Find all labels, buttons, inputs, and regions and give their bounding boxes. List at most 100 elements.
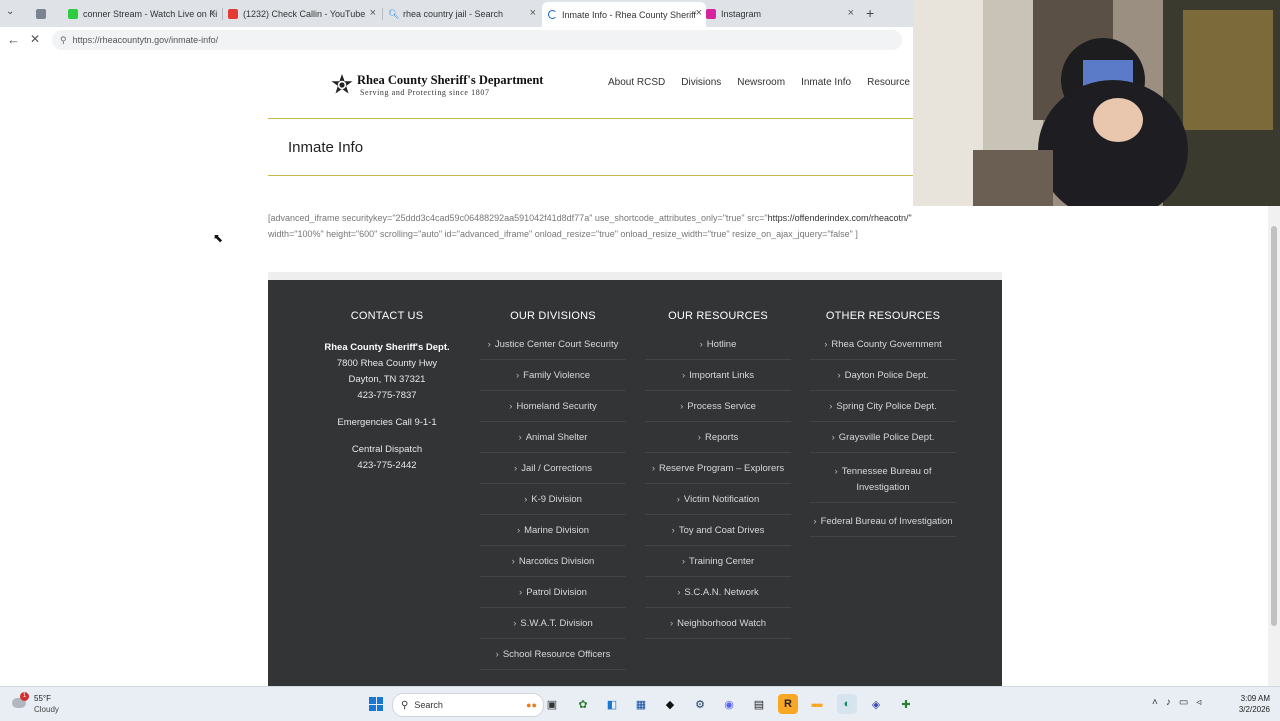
back-arrow-icon[interactable]: ← xyxy=(7,32,20,47)
footer-link[interactable]: › School Resource Officers xyxy=(480,650,626,670)
scrollbar-thumb[interactable] xyxy=(1271,226,1277,626)
footer-link[interactable]: › K-9 Division xyxy=(480,495,626,515)
footer-contact-column: CONTACT US Rhea County Sheriff's Dept. 7… xyxy=(314,310,460,485)
tab-label: conner Stream - Watch Live on Ki xyxy=(83,9,218,19)
close-icon[interactable]: × xyxy=(530,7,536,19)
tab-label: rhea country jail - Search xyxy=(403,9,504,19)
footer-link[interactable]: › Rhea County Government xyxy=(810,340,956,360)
footer-link[interactable]: › Process Service xyxy=(645,402,791,422)
nav-resources[interactable]: Resource xyxy=(867,77,910,88)
dispatch-label: Central Dispatch xyxy=(351,444,423,455)
chevron-right-icon: › xyxy=(509,401,513,412)
chevron-right-icon: › xyxy=(671,525,675,536)
footer-link[interactable]: › Reports xyxy=(645,433,791,453)
nav-divisions[interactable]: Divisions xyxy=(681,77,721,88)
tab-youtube[interactable]: (1232) Check Callin - YouTube × xyxy=(228,4,380,24)
microphone-icon[interactable]: ♪ xyxy=(1166,697,1171,708)
site-header: Rhea County Sheriff's Department Serving… xyxy=(268,53,1002,119)
url-text[interactable]: https://rheacountytn.gov/inmate-info/ xyxy=(73,35,219,45)
taskbar-search[interactable]: ⚲ Search ●● xyxy=(392,693,544,717)
footer-link[interactable]: › Hotline xyxy=(645,340,791,360)
footer-link[interactable]: › Victim Notification xyxy=(645,495,791,515)
nav-newsroom[interactable]: Newsroom xyxy=(737,77,785,88)
app-icon-3[interactable]: ▦ xyxy=(631,694,651,714)
chevron-right-icon: › xyxy=(824,339,828,350)
site-footer: CONTACT US Rhea County Sheriff's Dept. 7… xyxy=(268,280,1002,686)
page-scrollbar[interactable] xyxy=(1268,206,1280,686)
close-icon[interactable]: × xyxy=(370,7,376,19)
task-view-icon[interactable]: ▣ xyxy=(542,694,562,714)
footer-link[interactable]: › S.W.A.T. Division xyxy=(480,619,626,639)
chevron-right-icon: › xyxy=(676,494,680,505)
footer-link[interactable]: › Narcotics Division xyxy=(480,557,626,577)
volume-icon[interactable]: ◃ xyxy=(1196,697,1201,708)
close-icon[interactable]: × xyxy=(210,7,216,19)
file-explorer-icon[interactable]: ▬ xyxy=(807,694,827,714)
contact-phone[interactable]: 423-775-7837 xyxy=(314,388,460,404)
chevron-right-icon: › xyxy=(669,618,674,629)
chevron-right-icon: › xyxy=(495,649,499,660)
footer-link[interactable]: › Federal Bureau of Investigation xyxy=(810,514,956,537)
site-info-icon[interactable]: ⚲ xyxy=(60,35,67,46)
footer-link[interactable]: › Tennessee Bureau of Investigation xyxy=(810,464,956,503)
tab-list-icon[interactable]: ⌄ xyxy=(6,6,14,17)
chevron-right-icon: › xyxy=(514,463,518,474)
tab-kick[interactable]: conner Stream - Watch Live on Ki × xyxy=(68,4,220,24)
app-icon-2[interactable]: ◧ xyxy=(602,694,622,714)
footer-link[interactable]: › Neighborhood Watch xyxy=(645,619,791,639)
close-icon[interactable]: × xyxy=(848,7,854,19)
chevron-right-icon: › xyxy=(511,556,515,567)
app-icon-4[interactable]: ◆ xyxy=(660,694,680,714)
footer-link[interactable]: › Training Center xyxy=(645,557,791,577)
footer-link[interactable]: › Patrol Division xyxy=(480,588,626,608)
app-icon-1[interactable]: ✿ xyxy=(573,694,593,714)
search-icon: ⚲ xyxy=(401,699,409,711)
footer-link[interactable]: › Toy and Coat Drives xyxy=(645,526,791,546)
new-tab-button[interactable]: + xyxy=(866,5,874,21)
footer-link[interactable]: › Family Violence xyxy=(480,371,626,391)
chevron-right-icon: › xyxy=(680,401,684,412)
sheriff-star-icon xyxy=(331,74,353,94)
dispatch-phone[interactable]: 423-775-2442 xyxy=(314,458,460,474)
taskbar-clock[interactable]: 3:09 AM 3/2/2026 xyxy=(1232,693,1270,715)
footer-link[interactable]: › Important Links xyxy=(645,371,791,391)
start-button[interactable] xyxy=(366,694,386,714)
footer-link[interactable]: › Homeland Security xyxy=(480,402,626,422)
footer-link[interactable]: › S.C.A.N. Network xyxy=(645,588,791,608)
steam-icon[interactable]: ⚙ xyxy=(690,694,710,714)
app-icon-7[interactable]: ✚ xyxy=(896,694,916,714)
footer-link[interactable]: › Dayton Police Dept. xyxy=(810,371,956,391)
footer-link[interactable]: › Jail / Corrections xyxy=(480,464,626,484)
footer-link[interactable]: › Marine Division xyxy=(480,526,626,546)
address-bar[interactable]: ⚲ https://rheacountytn.gov/inmate-info/ xyxy=(52,30,902,50)
close-icon[interactable]: × xyxy=(696,7,702,19)
address-bar-row: ← ✕ ⚲ https://rheacountytn.gov/inmate-in… xyxy=(0,27,913,54)
footer-link[interactable]: › Justice Center Court Security xyxy=(480,340,626,360)
footer-link[interactable]: › Reserve Program – Explorers xyxy=(645,464,791,484)
footer-divider xyxy=(268,272,1002,280)
app-icon-6[interactable]: ◈ xyxy=(866,694,886,714)
chevron-right-icon: › xyxy=(697,432,701,443)
tab-inmate-info[interactable]: Inmate Info - Rhea County Sheriff × xyxy=(542,2,706,27)
tab-instagram[interactable]: Instagram × xyxy=(706,4,858,24)
footer-link[interactable]: › Animal Shelter xyxy=(480,433,626,453)
contact-address-2: Dayton, TN 37321 xyxy=(348,374,426,385)
discord-icon[interactable]: ◉ xyxy=(719,694,739,714)
pinned-tab[interactable] xyxy=(36,4,54,24)
weather-widget[interactable]: 1 55°F Cloudy xyxy=(12,692,72,716)
nav-inmate-info[interactable]: Inmate Info xyxy=(801,77,851,88)
chevron-up-icon[interactable]: ˄ xyxy=(1152,697,1158,708)
site-logo[interactable]: Rhea County Sheriff's Department Serving… xyxy=(330,73,543,99)
nav-about-rcsd[interactable]: About RCSD xyxy=(608,77,665,88)
footer-link[interactable]: › Spring City Police Dept. xyxy=(810,402,956,422)
edge-browser-icon[interactable]: ◐ xyxy=(837,694,857,714)
display-icon[interactable]: ▭ xyxy=(1179,697,1188,708)
app-icon-5[interactable]: ▤ xyxy=(749,694,769,714)
tab-search[interactable]: 🔍︎ rhea country jail - Search × xyxy=(388,4,540,24)
chevron-right-icon: › xyxy=(516,525,521,536)
footer-other-column: OTHER RESOURCES › Rhea County Government … xyxy=(810,310,956,548)
footer-link[interactable]: › Graysville Police Dept. xyxy=(810,433,956,453)
stop-loading-icon[interactable]: ✕ xyxy=(30,32,40,46)
rockstar-icon[interactable]: R xyxy=(778,694,798,714)
chevron-right-icon: › xyxy=(699,339,703,350)
